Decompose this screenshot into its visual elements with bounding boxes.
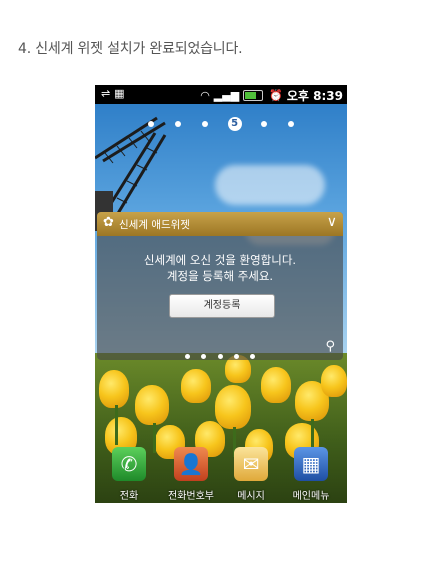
register-prompt: 계정을 등록해 주세요.: [166, 269, 274, 283]
main-menu-icon: ▦: [294, 447, 328, 481]
page-dot[interactable]: [148, 120, 155, 127]
welcome-message: 신세계에 오신 것을 환영합니다.: [143, 253, 297, 267]
widget-dot[interactable]: [233, 354, 239, 359]
page-dot[interactable]: [287, 120, 294, 127]
status-bar: ⇌ ▦ ◠ ▂▄▆ ⏰ 오후 8:39: [95, 85, 347, 104]
battery-icon: [243, 90, 264, 101]
dock-label: 전화: [119, 491, 139, 502]
dock-label: 메시지: [237, 491, 265, 502]
current-page-badge: 5: [227, 116, 242, 131]
contacts-icon: 👤: [174, 447, 208, 481]
register-account-button[interactable]: 계정등록: [169, 294, 275, 318]
page-dot[interactable]: [202, 120, 209, 127]
widget-dot[interactable]: [249, 354, 255, 359]
shinsegae-ad-widget: ✿ 신세계 애드위젯 ∨ 신세계에 오신 것을 환영합니다. 계정을 등록해 주…: [97, 212, 343, 360]
widget-dot[interactable]: [201, 354, 207, 359]
phone-icon: ✆: [112, 447, 146, 481]
widget-title: 신세계 애드위젯: [119, 219, 190, 231]
widget-dot[interactable]: [217, 354, 223, 359]
dock-item-messages[interactable]: ✉ 메시지: [221, 447, 281, 502]
shinsegae-logo-icon: ✿: [103, 215, 114, 230]
dock-label: 전화번호부: [168, 491, 214, 502]
alarm-icon: ⏰: [269, 89, 283, 102]
dock-label: 메인메뉴: [292, 491, 330, 502]
widget-body: 신세계에 오신 것을 환영합니다. 계정을 등록해 주세요. 계정등록: [97, 236, 343, 336]
signal-bars-icon: ▂▄▆: [213, 89, 240, 102]
wifi-icon: ◠: [200, 89, 210, 102]
page-dot[interactable]: [260, 120, 267, 127]
usb-icon: ⇌: [101, 87, 111, 100]
message-icon: ✉: [234, 447, 268, 481]
dock-item-contacts[interactable]: 👤 전화번호부: [161, 447, 221, 502]
status-time: 오후 8:39: [286, 89, 343, 103]
page-dot[interactable]: [175, 120, 182, 127]
phone-screen: ⇌ ▦ ◠ ▂▄▆ ⏰ 오후 8:39 5 ✿ 신세계 애드위젯 ∨ 신세계에 …: [95, 85, 347, 503]
app-dock: ✆ 전화 👤 전화번호부 ✉ 메시지 ▦ 메인메뉴: [95, 445, 347, 503]
widget-footer: ⚲: [97, 336, 343, 360]
signal-icon: ▦: [114, 87, 125, 100]
home-page-indicator: 5: [95, 113, 347, 131]
dock-item-phone[interactable]: ✆ 전화: [99, 447, 159, 502]
widget-dot[interactable]: [185, 354, 191, 359]
dock-item-main-menu[interactable]: ▦ 메인메뉴: [281, 447, 341, 502]
step-caption: 4. 신세계 위젯 설치가 완료되었습니다.: [18, 41, 243, 57]
widget-header: ✿ 신세계 애드위젯 ∨: [97, 212, 343, 236]
chevron-down-icon[interactable]: ∨: [327, 214, 337, 230]
widget-page-dots: [97, 344, 343, 363]
location-pin-icon[interactable]: ⚲: [325, 339, 335, 354]
